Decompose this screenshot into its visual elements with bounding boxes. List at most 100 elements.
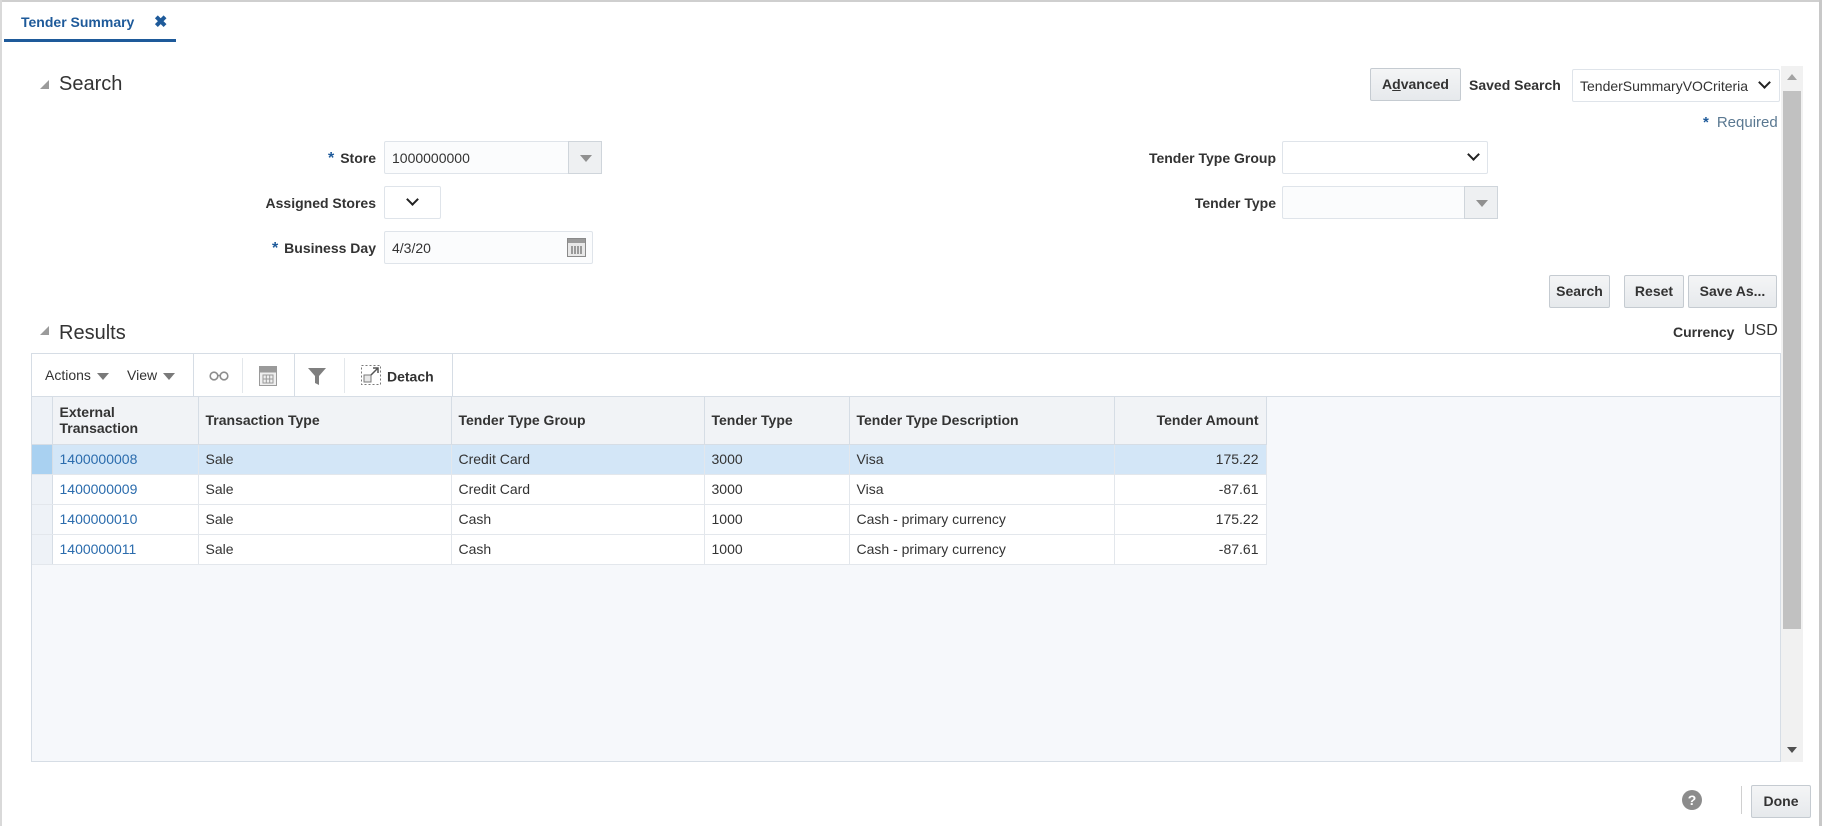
cell-tender-type: 3000	[704, 474, 850, 505]
saved-search-value: TenderSummaryVOCriteria	[1580, 78, 1749, 94]
currency-label: Currency	[1673, 324, 1735, 340]
tender-type-dropdown-button[interactable]	[1464, 186, 1498, 219]
toolbar-separator	[452, 354, 453, 397]
required-note-text: Required	[1716, 114, 1778, 131]
cell-tender-type-group: Credit Card	[451, 444, 705, 475]
advanced-button[interactable]: Advanced	[1370, 68, 1461, 101]
table-row[interactable]: 1400000008 Sale Credit Card 3000 Visa 175.22	[32, 444, 1267, 475]
done-button[interactable]: Done	[1751, 785, 1811, 818]
column-header-tender-type-description[interactable]: Tender Type Description	[849, 397, 1115, 445]
cell-tender-amount: -87.61	[1114, 474, 1267, 505]
save-as-button[interactable]: Save As...	[1688, 275, 1777, 308]
toolbar-separator	[294, 354, 295, 397]
column-header-transaction-type[interactable]: Transaction Type	[198, 397, 452, 445]
toolbar-separator	[242, 358, 243, 393]
saved-search-select[interactable]: TenderSummaryVOCriteria	[1572, 69, 1780, 102]
chevron-down-icon	[1467, 148, 1480, 161]
required-note: * Required	[1703, 114, 1778, 131]
cell-tender-type-description: Cash - primary currency	[849, 534, 1115, 565]
table-row[interactable]: 1400000009 Sale Credit Card 3000 Visa -87.61	[32, 474, 1267, 505]
column-header-tender-amount[interactable]: Tender Amount	[1114, 397, 1267, 445]
detach-button[interactable]: Detach	[361, 365, 434, 388]
row-selector[interactable]	[32, 474, 53, 505]
tender-type-input[interactable]	[1282, 186, 1498, 219]
results-panel: Actions View Detach External Transaction…	[31, 353, 1781, 762]
tab-label: Tender Summary	[21, 14, 135, 30]
results-section-title: Results	[59, 322, 126, 344]
chevron-down-icon	[1758, 76, 1771, 89]
help-icon[interactable]: ?	[1682, 790, 1702, 810]
table-row[interactable]: 1400000010 Sale Cash 1000 Cash - primary cur…	[32, 504, 1267, 535]
row-selector-header	[32, 397, 53, 445]
results-toolbar: Actions View Detach	[32, 354, 1780, 397]
triangle-down-icon	[96, 372, 109, 380]
view-menu[interactable]: View	[127, 367, 176, 383]
glasses-icon[interactable]	[209, 369, 229, 385]
column-header-external-transaction[interactable]: External Transaction	[52, 397, 199, 445]
scroll-down-icon[interactable]	[1787, 747, 1797, 753]
cell-transaction-type: Sale	[198, 504, 452, 535]
tender-type-label: Tender Type	[1194, 195, 1276, 211]
cell-tender-type-group: Credit Card	[451, 474, 705, 505]
scroll-up-icon[interactable]	[1787, 74, 1797, 80]
column-header-tender-type[interactable]: Tender Type	[704, 397, 850, 445]
detach-icon	[361, 365, 381, 388]
tab-tender-summary[interactable]: Tender Summary ✖	[4, 6, 176, 42]
cell-transaction-type: Sale	[198, 474, 452, 505]
external-transaction-link[interactable]: 1400000008	[60, 451, 138, 467]
cell-external-transaction: 1400000010	[52, 504, 199, 535]
required-marker: *	[271, 240, 279, 257]
external-transaction-link[interactable]: 1400000010	[60, 511, 138, 527]
triangle-down-icon	[163, 372, 176, 380]
business-day-label: * Business Day	[271, 240, 376, 257]
store-value: 1000000000	[392, 150, 470, 166]
triangle-down-icon	[580, 155, 592, 162]
cell-tender-type: 3000	[704, 444, 850, 475]
cell-tender-amount: -87.61	[1114, 534, 1267, 565]
cell-tender-type: 1000	[704, 534, 850, 565]
toolbar-separator	[193, 354, 194, 397]
tender-type-group-select[interactable]	[1282, 141, 1488, 174]
cell-tender-type-description: Visa	[849, 474, 1115, 505]
cell-tender-type-group: Cash	[451, 534, 705, 565]
search-button[interactable]: Search	[1549, 275, 1610, 308]
required-marker: *	[327, 150, 335, 167]
window-left-border	[0, 0, 2, 826]
row-selector[interactable]	[32, 534, 53, 565]
row-selector[interactable]	[32, 444, 53, 475]
saved-search-label: Saved Search	[1469, 77, 1561, 93]
column-header-tender-type-group[interactable]: Tender Type Group	[451, 397, 705, 445]
collapse-results-icon[interactable]	[40, 326, 49, 335]
external-transaction-link[interactable]: 1400000009	[60, 481, 138, 497]
table-row[interactable]: 1400000011 Sale Cash 1000 Cash - primary cur…	[32, 534, 1267, 565]
assigned-stores-select[interactable]	[384, 186, 441, 219]
toolbar-separator	[344, 358, 345, 393]
calendar-icon[interactable]	[567, 238, 586, 257]
window-top-border	[0, 0, 1822, 2]
required-marker: *	[1703, 114, 1709, 131]
results-table: External Transaction Transaction Type Te…	[32, 397, 1267, 565]
filter-icon[interactable]	[308, 368, 326, 388]
cell-transaction-type: Sale	[198, 534, 452, 565]
collapse-search-icon[interactable]	[40, 80, 49, 89]
business-day-input[interactable]: 4/3/20	[384, 231, 593, 264]
chevron-down-icon	[406, 193, 419, 206]
external-transaction-link[interactable]: 1400000011	[60, 541, 137, 557]
currency-value: USD	[1744, 322, 1778, 339]
store-input[interactable]: 1000000000	[384, 141, 602, 174]
cell-tender-amount: 175.22	[1114, 504, 1267, 535]
actions-menu[interactable]: Actions	[45, 367, 109, 383]
cell-external-transaction: 1400000009	[52, 474, 199, 505]
export-excel-icon[interactable]	[259, 366, 277, 389]
store-label: * Store	[327, 150, 376, 167]
reset-button[interactable]: Reset	[1624, 275, 1684, 308]
store-dropdown-button[interactable]	[568, 141, 602, 174]
footer-separator	[1741, 786, 1742, 814]
cell-tender-type-description: Visa	[849, 444, 1115, 475]
scrollbar-thumb[interactable]	[1783, 91, 1801, 629]
row-selector[interactable]	[32, 504, 53, 535]
vertical-scrollbar[interactable]	[1781, 66, 1803, 762]
tender-type-group-label: Tender Type Group	[1148, 150, 1276, 166]
cell-tender-type-description: Cash - primary currency	[849, 504, 1115, 535]
close-icon[interactable]: ✖	[154, 12, 167, 32]
